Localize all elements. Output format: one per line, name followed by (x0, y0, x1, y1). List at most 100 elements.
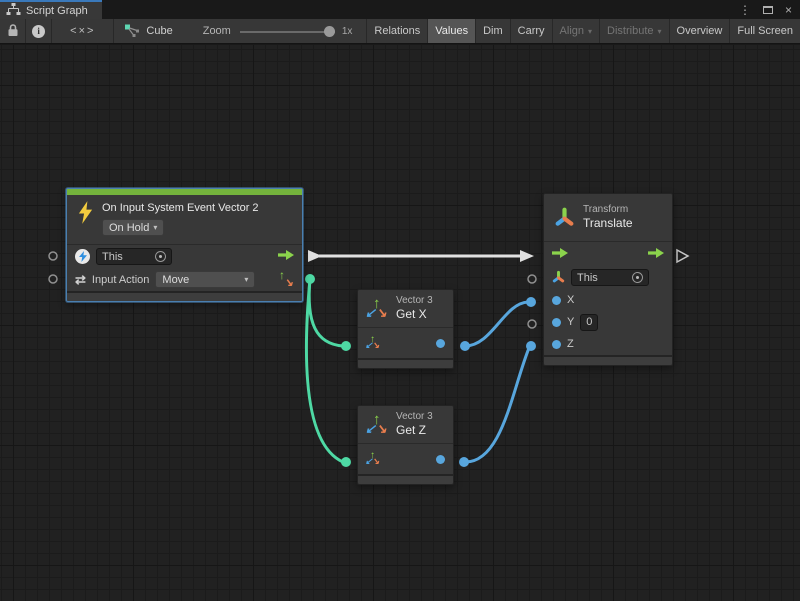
node-category: Vector 3 (396, 411, 433, 423)
menu-icon[interactable]: ⋮ (739, 3, 751, 17)
vector2-out-icon[interactable]: ↑↘ (278, 271, 294, 289)
y-value: 0 (586, 316, 592, 328)
getx-in-port[interactable] (341, 341, 351, 351)
tab-script-graph[interactable]: Script Graph (0, 0, 102, 19)
zoom-label: Zoom (203, 25, 231, 37)
window-controls: ⋮ × (739, 0, 800, 19)
lightning-icon (77, 201, 94, 227)
relations-label: Relations (374, 25, 420, 37)
transform-axis-icon (554, 206, 575, 230)
carry-button[interactable]: Carry (511, 19, 553, 43)
event-action-port[interactable] (49, 275, 57, 283)
vector3-in-icon[interactable]: ↑↙↘ (366, 336, 380, 350)
vector3-icon: ↑↙↘ (366, 414, 388, 436)
getz-in-port[interactable] (341, 457, 351, 467)
overview-label: Overview (677, 25, 723, 37)
node-vector3-get-x[interactable]: ↑↙↘ Vector 3 Get X ↑↙↘ (357, 289, 454, 369)
full-screen-label: Full Screen (737, 25, 793, 37)
event-this-row: This (67, 245, 302, 268)
node-vector3-get-z[interactable]: ↑↙↘ Vector 3 Get Z ↑↙↘ (357, 405, 454, 485)
translate-this-field[interactable]: This (571, 269, 649, 286)
coroutine-mode-dropdown[interactable]: On Hold ▾ (102, 219, 164, 236)
object-picker-icon[interactable] (632, 272, 643, 283)
node-title: Translate (583, 216, 633, 231)
chevron-down-icon: ▾ (658, 27, 662, 36)
breadcrumb: Cube Zoom 1x (114, 19, 367, 43)
event-target-icon (75, 249, 90, 264)
translate-flow-row (544, 242, 672, 266)
input-action-dropdown[interactable]: Move ▾ (155, 271, 255, 288)
dim-button[interactable]: Dim (476, 19, 511, 43)
translate-z-port[interactable] (526, 341, 536, 351)
z-port-label: Z (567, 338, 574, 350)
translate-z-row: Z (544, 333, 672, 355)
carry-label: Carry (518, 25, 545, 37)
full-screen-button[interactable]: Full Screen (730, 19, 800, 43)
edge-vector2-to-getz[interactable] (306, 279, 343, 462)
translate-flow-out-port[interactable] (677, 250, 688, 262)
node-footer (358, 474, 453, 484)
getz-port-row: ↑↙↘ (358, 444, 453, 474)
zoom-value: 1x (342, 26, 353, 37)
x-port-dot[interactable] (552, 296, 561, 305)
node-transform-translate[interactable]: Transform Translate (543, 193, 673, 366)
code-preview-button[interactable]: <×> (52, 19, 114, 43)
event-this-port[interactable] (49, 252, 57, 260)
x-port-label: X (567, 294, 574, 306)
mode-value: On Hold (109, 222, 149, 234)
values-button[interactable]: Values (428, 19, 476, 43)
chevron-down-icon: ▾ (588, 27, 592, 36)
flow-out-arrow-icon[interactable] (648, 248, 664, 261)
getx-out-port[interactable] (460, 341, 470, 351)
edge-vector2-to-getx[interactable] (309, 279, 343, 346)
translate-x-row: X (544, 289, 672, 311)
inspect-button[interactable]: i (26, 19, 52, 43)
event-this-field[interactable]: This (96, 248, 172, 265)
zoom-slider[interactable] (240, 26, 335, 37)
lock-icon (7, 23, 19, 40)
breadcrumb-graph-name[interactable]: Cube (146, 25, 172, 37)
chevron-down-icon: ▾ (244, 275, 248, 284)
dim-label: Dim (483, 25, 503, 37)
flow-out-arrow-icon[interactable] (278, 250, 294, 263)
this-value: This (577, 272, 598, 284)
align-label: Align (560, 25, 584, 37)
vector2-out-port[interactable] (305, 274, 315, 284)
lock-button[interactable] (0, 19, 26, 43)
maximize-icon[interactable] (763, 6, 773, 14)
close-icon[interactable]: × (785, 3, 792, 17)
graph-icon (124, 22, 140, 41)
getz-out-port[interactable] (459, 457, 469, 467)
hierarchy-icon (6, 3, 21, 19)
distribute-label: Distribute (607, 25, 653, 37)
code-icon: <×> (70, 25, 95, 37)
node-title: Get Z (396, 423, 433, 438)
getx-port-row: ↑↙↘ (358, 328, 453, 358)
translate-x-port[interactable] (526, 297, 536, 307)
z-out-dot[interactable] (436, 455, 445, 464)
translate-this-port[interactable] (528, 275, 536, 283)
node-category: Transform (583, 204, 633, 216)
overview-button[interactable]: Overview (670, 19, 731, 43)
flow-in-arrow-icon[interactable] (552, 248, 568, 261)
edge-getz-to-z[interactable] (464, 348, 529, 462)
y-port-dot[interactable] (552, 318, 561, 327)
values-label: Values (435, 25, 468, 37)
zoom-slider-track (240, 31, 335, 33)
relations-button[interactable]: Relations (367, 19, 428, 43)
vector3-in-icon[interactable]: ↑↙↘ (366, 452, 380, 466)
y-value-field[interactable]: 0 (580, 314, 598, 331)
z-port-dot[interactable] (552, 340, 561, 349)
info-icon: i (32, 25, 45, 38)
zoom-slider-handle[interactable] (324, 26, 335, 37)
input-action-icon: ⇄ (75, 273, 86, 286)
node-title: On Input System Event Vector 2 (102, 201, 259, 215)
object-picker-icon[interactable] (155, 251, 166, 262)
translate-y-port[interactable] (528, 320, 536, 328)
node-on-input-system-event[interactable]: On Input System Event Vector 2 On Hold ▾… (66, 188, 303, 302)
x-out-dot[interactable] (436, 339, 445, 348)
translate-this-row: This (544, 266, 672, 289)
this-value: This (102, 251, 123, 263)
graph-canvas[interactable]: On Input System Event Vector 2 On Hold ▾… (0, 45, 800, 601)
edge-getx-to-x[interactable] (465, 302, 528, 346)
